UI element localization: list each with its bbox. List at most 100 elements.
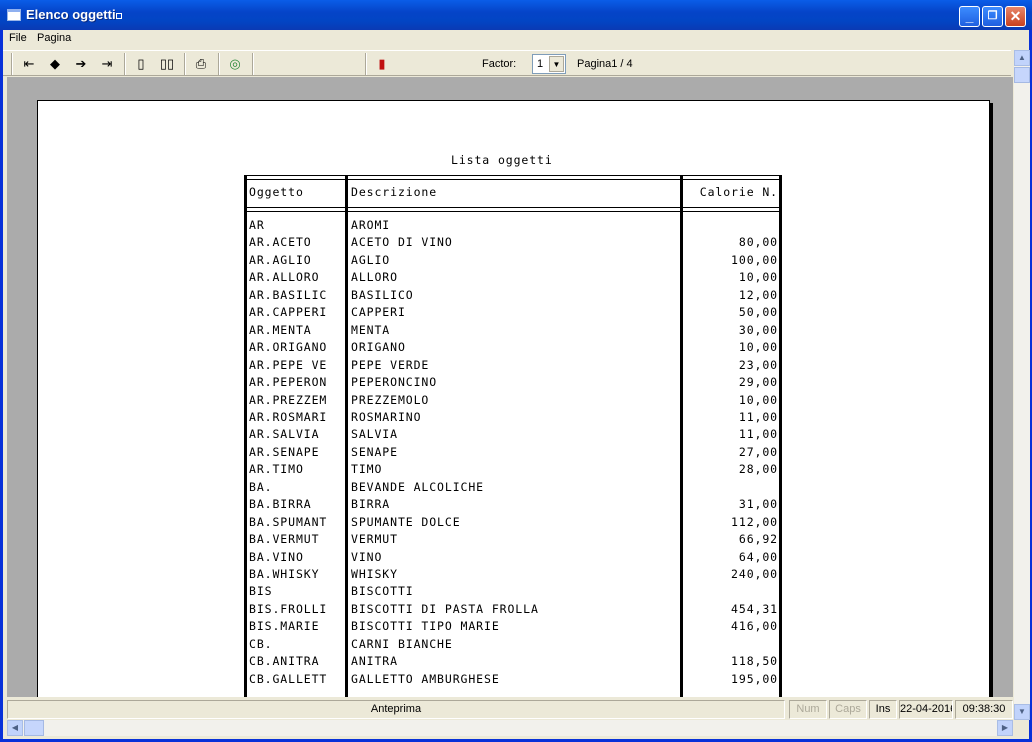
menu-pagina[interactable]: Pagina (37, 32, 71, 44)
cell-calorie: 100,00 (731, 252, 778, 267)
status-ins: Ins (869, 700, 897, 719)
vertical-scrollbar[interactable]: ▲ ▼ (1014, 50, 1030, 720)
exit-door-icon[interactable]: ▮ (373, 55, 391, 72)
table-row: AR.AGLIO AGLIO 100,00 (244, 253, 782, 271)
cell-descrizione: MENTA (351, 322, 391, 337)
cell-descrizione: WHISKY (351, 567, 398, 581)
app-window: Elenco oggetti _ ❐ ✕ File Pagina ⇤ ◆ ➔ ⇥… (0, 0, 1032, 742)
cell-descrizione: ORIGANO (351, 340, 406, 355)
scroll-up-button[interactable]: ▲ (1014, 50, 1030, 66)
table-row: BIS.FROLLI BISCOTTI DI PASTA FROLLA 454,31 (244, 602, 782, 620)
table-row: AR.ORIGANO ORIGANO 10,00 (244, 340, 782, 358)
cell-descrizione: ANITRA (351, 654, 398, 669)
cell-oggetto: AR.PEPE VE (249, 357, 328, 372)
cell-oggetto: AR.ORIGANO (249, 340, 328, 355)
cell-calorie: 80,00 (738, 235, 778, 250)
table-row: CB. CARNI BIANCHE (244, 637, 782, 655)
cell-calorie: 10,00 (738, 340, 778, 355)
cell-oggetto: BA.VERMUT (249, 532, 320, 547)
cell-descrizione: ACETO DI VINO (351, 235, 453, 250)
cell-oggetto: AR.BASILIC (249, 287, 328, 302)
cell-oggetto: BA.SPUMANT (249, 514, 328, 529)
table-row: AR.PEPE VE PEPE VERDE 23,00 (244, 358, 782, 376)
table-row: AR.MENTA MENTA 30,00 (244, 323, 782, 341)
menu-file[interactable]: File (9, 32, 27, 44)
cell-oggetto: AR.TIMO (249, 462, 304, 477)
table-row: AR.ACETO ACETO DI VINO 80,00 (244, 235, 782, 253)
cell-oggetto: AR.ROSMARI (249, 409, 328, 424)
column-header-calorie: Calorie N. (699, 185, 778, 199)
cell-calorie: 416,00 (731, 619, 778, 634)
cell-oggetto: BIS.FROLLI (249, 601, 328, 616)
cell-descrizione: ROSMARINO (351, 409, 422, 424)
toolbar-separator (252, 53, 254, 75)
cell-descrizione: CARNI BIANCHE (351, 636, 453, 651)
cell-oggetto: CB.GALLETT (249, 671, 328, 686)
factor-label: Factor: (482, 58, 517, 70)
cell-calorie: 50,00 (738, 305, 778, 320)
preview-area[interactable]: Lista oggetti Oggetto Descrizione Calori… (7, 77, 1013, 697)
first-page-icon[interactable]: ⇤ (20, 55, 38, 72)
cell-descrizione: SENAPE (351, 444, 398, 459)
scroll-thumb[interactable] (1014, 67, 1030, 83)
table-row: AR.SALVIA SALVIA 11,00 (244, 427, 782, 445)
close-button[interactable]: ✕ (1005, 6, 1026, 27)
table-row: AR AROMI (244, 218, 782, 236)
cell-oggetto: AR.SALVIA (249, 427, 320, 442)
cell-descrizione: PREZZEMOLO (351, 392, 430, 407)
cell-oggetto: BIS.MARIE (249, 619, 320, 634)
page-indicator: Pagina1 / 4 (577, 58, 633, 70)
chevron-down-icon[interactable]: ▼ (549, 56, 564, 72)
two-page-icon[interactable]: ▯▯ (158, 55, 176, 72)
column-header-oggetto: Oggetto (249, 185, 304, 199)
cell-descrizione: TIMO (351, 462, 383, 477)
cell-calorie: 195,00 (731, 671, 778, 686)
table-row: CB.ANITRA ANITRA 118,50 (244, 654, 782, 672)
scroll-left-button[interactable]: ◀ (7, 720, 23, 736)
table-row: BIS BISCOTTI (244, 584, 782, 602)
horizontal-scrollbar[interactable]: ◀ ▶ (7, 720, 1013, 736)
table-row: AR.BASILIC BASILICO 12,00 (244, 288, 782, 306)
cell-calorie: 118,50 (731, 654, 778, 669)
table-rule (244, 175, 782, 180)
cell-descrizione: BISCOTTI DI PASTA FROLLA (351, 601, 539, 616)
cell-descrizione: PEPERONCINO (351, 375, 438, 390)
factor-select[interactable]: 1 ▼ (532, 54, 566, 74)
cell-oggetto: AR.PREZZEM (249, 392, 328, 407)
cell-calorie: 12,00 (738, 287, 778, 302)
status-caps: Caps (829, 700, 867, 719)
cell-descrizione: BIRRA (351, 497, 391, 512)
restore-button[interactable]: ❐ (982, 6, 1003, 27)
cell-descrizione: PEPE VERDE (351, 357, 430, 372)
table-rule (244, 207, 782, 212)
single-page-icon[interactable]: ▯ (132, 55, 150, 72)
restore-icon: ❐ (987, 10, 998, 22)
table-row: AR.ROSMARI ROSMARINO 11,00 (244, 410, 782, 428)
cell-oggetto: AR.ALLORO (249, 270, 320, 285)
last-page-icon[interactable]: ⇥ (98, 55, 116, 72)
status-bar: Anteprima Num Caps Ins 22-04-2016 09:38:… (7, 698, 1013, 720)
minimize-icon: _ (965, 8, 974, 24)
scroll-right-button[interactable]: ▶ (997, 720, 1013, 736)
status-time: 09:38:30 (955, 700, 1013, 719)
cell-oggetto: AR.PEPERON (249, 375, 328, 390)
prev-page-icon[interactable]: ◆ (46, 55, 64, 72)
cell-descrizione: SPUMANTE DOLCE (351, 514, 461, 529)
cell-descrizione: BISCOTTI (351, 584, 414, 599)
report-title: Lista oggetti (451, 153, 553, 167)
cell-calorie: 11,00 (738, 409, 778, 424)
cell-calorie: 31,00 (738, 497, 778, 512)
cell-descrizione: CAPPERI (351, 305, 406, 320)
title-marker-icon (116, 13, 122, 19)
export-icon[interactable]: ◎ (226, 55, 244, 72)
scroll-thumb[interactable] (24, 720, 44, 736)
minimize-button[interactable]: _ (959, 6, 980, 27)
print-icon[interactable]: ⎙ (192, 55, 210, 72)
scroll-down-button[interactable]: ▼ (1014, 704, 1030, 720)
next-page-icon[interactable]: ➔ (72, 55, 90, 72)
cell-oggetto: BA.BIRRA (249, 497, 312, 512)
preview-toolbar: ⇤ ◆ ➔ ⇥ ▯ ▯▯ ⎙ ◎ ▮ Factor: 1 ▼ Pagina1 /… (3, 50, 1011, 76)
title-bar[interactable]: Elenco oggetti _ ❐ ✕ (0, 0, 1032, 30)
table-row: BA.SPUMANT SPUMANTE DOLCE 112,00 (244, 515, 782, 533)
cell-calorie: 454,31 (731, 601, 778, 616)
